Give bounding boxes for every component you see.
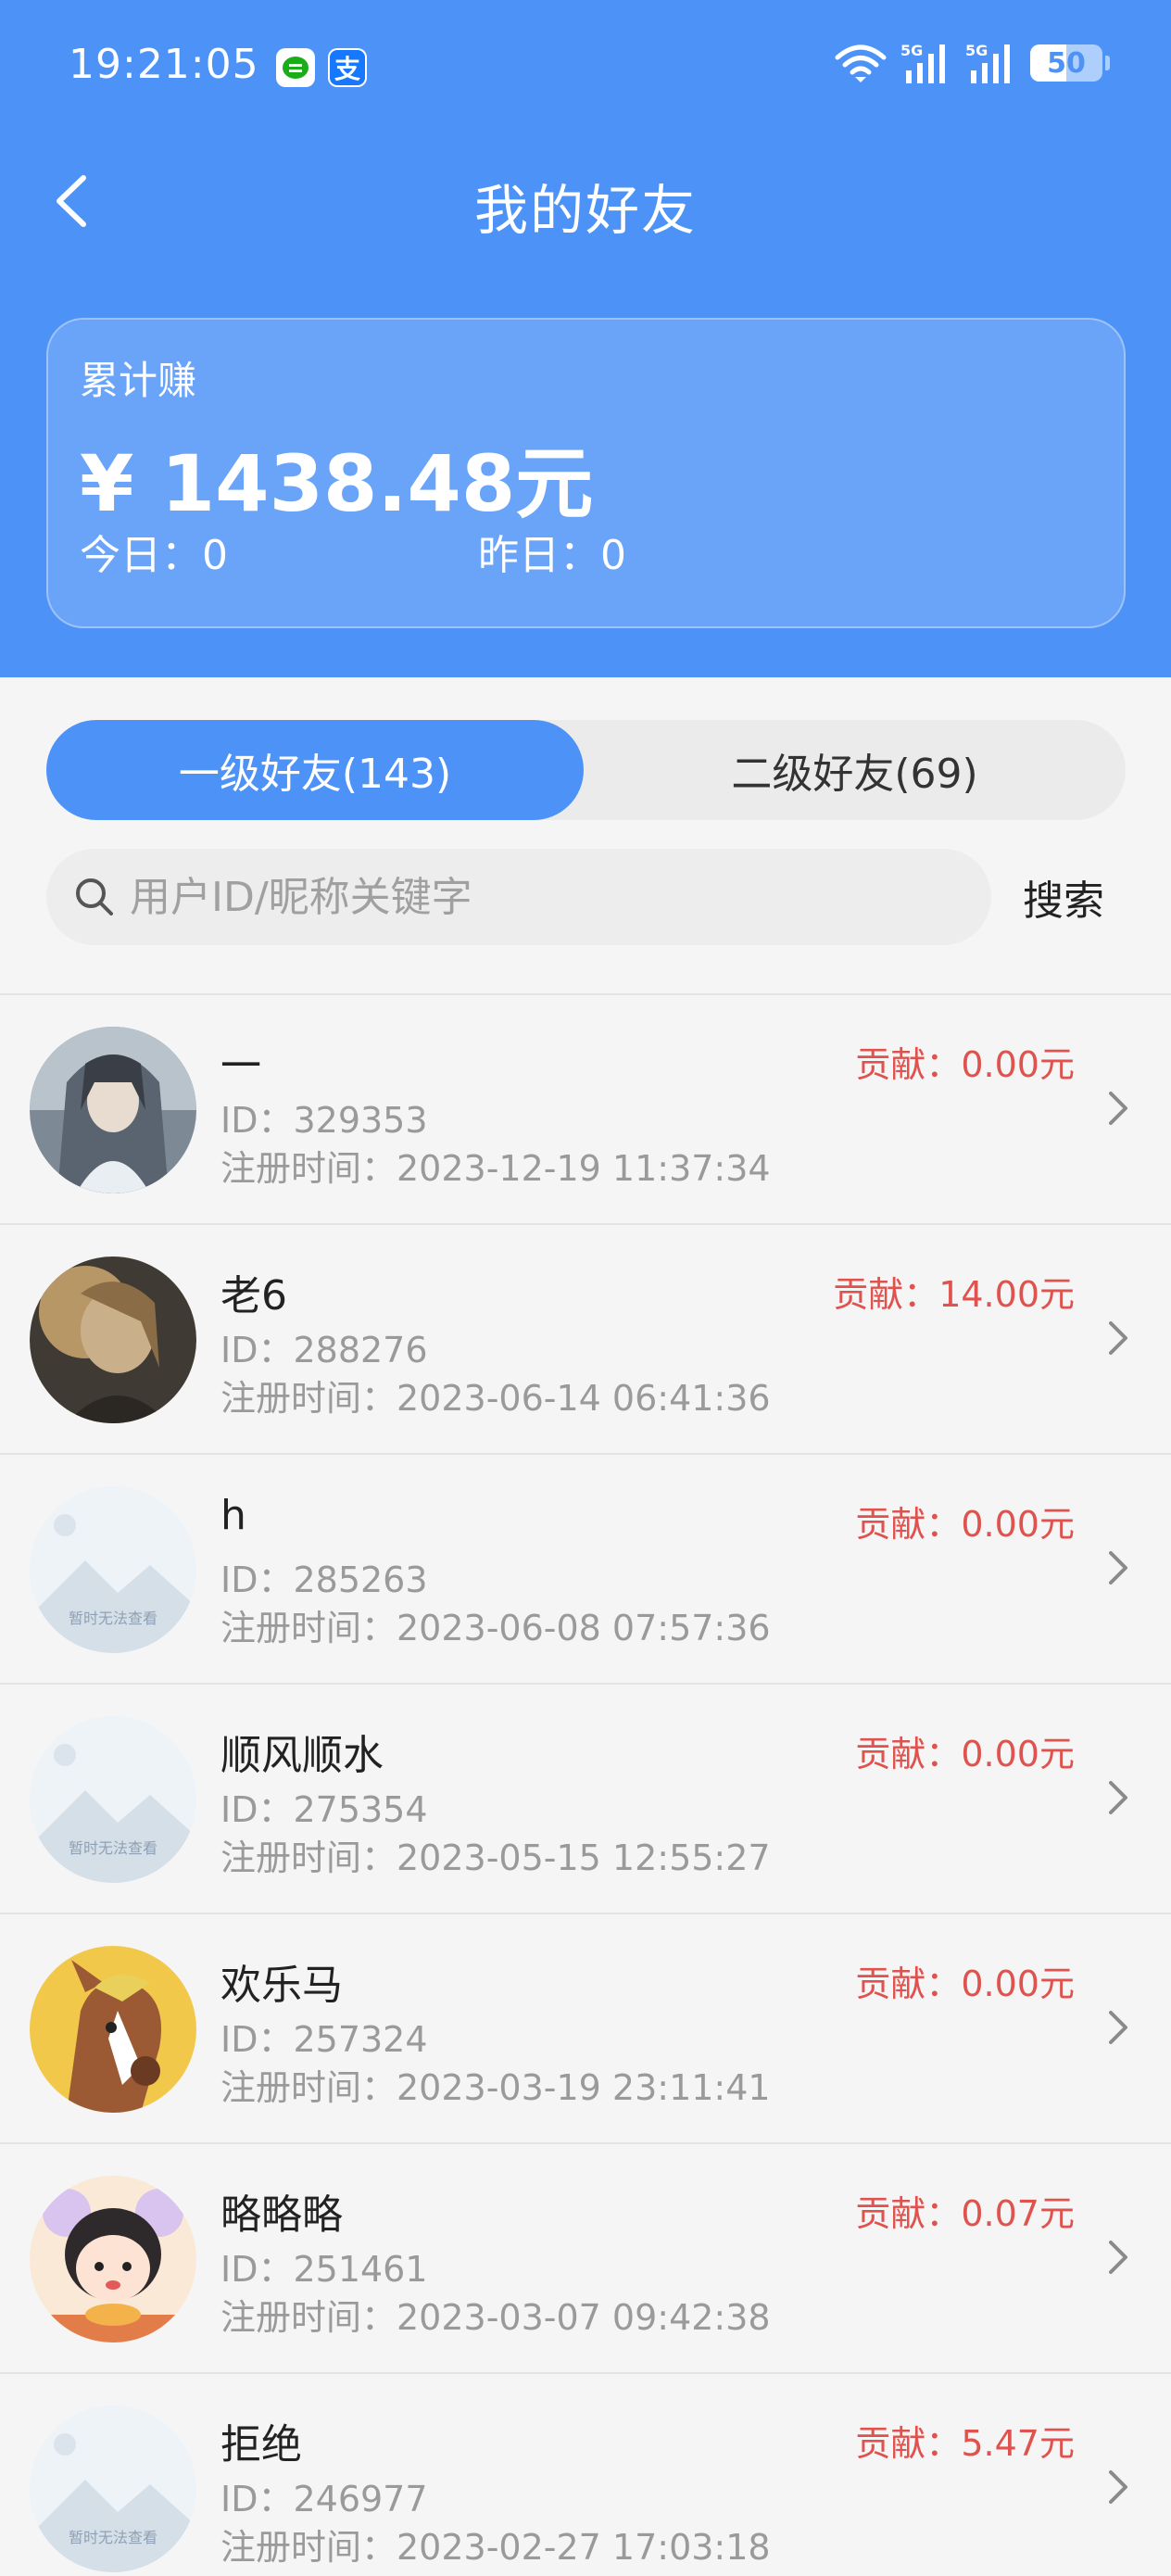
friend-nickname: 拒绝 [220, 2421, 302, 2469]
search-input[interactable] [130, 873, 991, 921]
list-item[interactable]: 暂时无法查看 顺风顺水 ID：275354 注册时间：2023-05-15 12… [0, 1683, 1171, 1913]
friend-contribution: 贡献：0.00元 [855, 1964, 1075, 2004]
friend-register-time: 注册时间：2023-02-27 17:03:18 [220, 2527, 771, 2568]
chevron-right-icon [1109, 2011, 1127, 2044]
list-item[interactable]: 暂时无法查看 拒绝 ID：246977 注册时间：2023-02-27 17:0… [0, 2372, 1171, 2576]
avatar-placeholder: 暂时无法查看 [30, 1486, 196, 1653]
list-item[interactable]: 暂时无法查看 h ID：285263 注册时间：2023-06-08 07:57… [0, 1453, 1171, 1683]
friend-nickname: 顺风顺水 [220, 1732, 384, 1779]
earnings-label: 累计赚 [80, 358, 197, 403]
earnings-amount: ¥ 1438.48元 [80, 438, 594, 529]
tab-level-one[interactable]: 一级好友(143) [46, 720, 584, 820]
friend-id: ID：288276 [220, 1330, 428, 1370]
friend-id: ID：246977 [220, 2479, 428, 2519]
tab-level-two[interactable]: 二级好友(69) [584, 720, 1126, 820]
friend-id: ID：251461 [220, 2249, 428, 2290]
friend-contribution: 贡献：0.00元 [855, 1734, 1075, 1774]
friend-register-time: 注册时间：2023-05-15 12:55:27 [220, 1837, 771, 1878]
friend-nickname: 一 [220, 1042, 261, 1090]
list-item[interactable]: 一 ID：329353 注册时间：2023-12-19 11:37:34 贡献：… [0, 993, 1171, 1223]
friend-register-time: 注册时间：2023-12-19 11:37:34 [220, 1148, 771, 1189]
chevron-right-icon [1109, 2470, 1127, 2504]
svg-text:暂时无法查看: 暂时无法查看 [69, 1610, 157, 1627]
signal-5g-icon: 5G [900, 42, 945, 83]
friend-contribution: 贡献：0.00元 [855, 1044, 1075, 1085]
avatar [30, 1027, 196, 1193]
friend-contribution: 贡献：14.00元 [833, 1274, 1075, 1315]
chevron-right-icon [1109, 1321, 1127, 1355]
friend-nickname: 老6 [220, 1272, 287, 1320]
avatar [30, 2176, 196, 2342]
friend-id: ID：285263 [220, 1559, 428, 1600]
header: 19:21:05 支 5G 5G 50 我的好友 累计赚 ¥ 1438.48元 … [0, 0, 1171, 677]
friend-list: 一 ID：329353 注册时间：2023-12-19 11:37:34 贡献：… [0, 993, 1171, 2576]
friend-register-time: 注册时间：2023-03-07 09:42:38 [220, 2297, 771, 2338]
svg-text:5G: 5G [900, 42, 923, 59]
friend-id: ID：275354 [220, 1789, 428, 1830]
chevron-right-icon [1109, 1092, 1127, 1125]
signal-5g-icon: 5G [965, 42, 1010, 83]
svg-text:暂时无法查看: 暂时无法查看 [69, 2529, 157, 2546]
earnings-today: 今日：0 [80, 532, 228, 579]
avatar [30, 1256, 196, 1423]
chevron-right-icon [1109, 1781, 1127, 1814]
friend-nickname: 略略略 [220, 2191, 343, 2239]
battery-icon: 50 [1030, 44, 1110, 82]
friend-contribution: 贡献：0.00元 [855, 1504, 1075, 1545]
alipay-icon: 支 [328, 48, 367, 87]
friend-id: ID：257324 [220, 2019, 428, 2060]
friend-nickname: 欢乐马 [220, 1962, 343, 2009]
list-item[interactable]: 老6 ID：288276 注册时间：2023-06-14 06:41:36 贡献… [0, 1223, 1171, 1453]
status-bar: 19:21:05 支 5G 5G 50 [0, 0, 1171, 139]
friend-contribution: 贡献：0.07元 [855, 2193, 1075, 2234]
list-item[interactable]: 略略略 ID：251461 注册时间：2023-03-07 09:42:38 贡… [0, 2142, 1171, 2372]
list-item[interactable]: 欢乐马 ID：257324 注册时间：2023-03-19 23:11:41 贡… [0, 1913, 1171, 2142]
search-button[interactable]: 搜索 [1023, 867, 1104, 927]
svg-text:暂时无法查看: 暂时无法查看 [69, 1839, 157, 1857]
avatar-placeholder: 暂时无法查看 [30, 1716, 196, 1883]
wifi-icon [835, 44, 887, 82]
avatar [30, 1946, 196, 2113]
search-box [46, 849, 991, 945]
earnings-card: 累计赚 ¥ 1438.48元 今日：0 昨日：0 [46, 318, 1126, 628]
friend-level-tabs: 一级好友(143) 二级好友(69) [46, 720, 1126, 820]
avatar-placeholder: 暂时无法查看 [30, 2406, 196, 2572]
status-indicators: 5G 5G 50 [834, 41, 1110, 85]
chevron-right-icon [1109, 2241, 1127, 2274]
friend-id: ID：329353 [220, 1100, 428, 1141]
friend-register-time: 注册时间：2023-06-08 07:57:36 [220, 1608, 771, 1648]
status-time: 19:21:05 [69, 41, 259, 88]
friend-nickname: h [220, 1492, 246, 1539]
friend-register-time: 注册时间：2023-06-14 06:41:36 [220, 1378, 771, 1419]
search-icon [76, 878, 113, 915]
friend-contribution: 贡献：5.47元 [855, 2423, 1075, 2464]
message-app-icon [276, 48, 315, 87]
svg-text:5G: 5G [965, 42, 988, 59]
friend-register-time: 注册时间：2023-03-19 23:11:41 [220, 2067, 771, 2108]
page-title: 我的好友 [473, 179, 697, 242]
earnings-yesterday: 昨日：0 [478, 532, 626, 579]
chevron-right-icon [1109, 1551, 1127, 1585]
